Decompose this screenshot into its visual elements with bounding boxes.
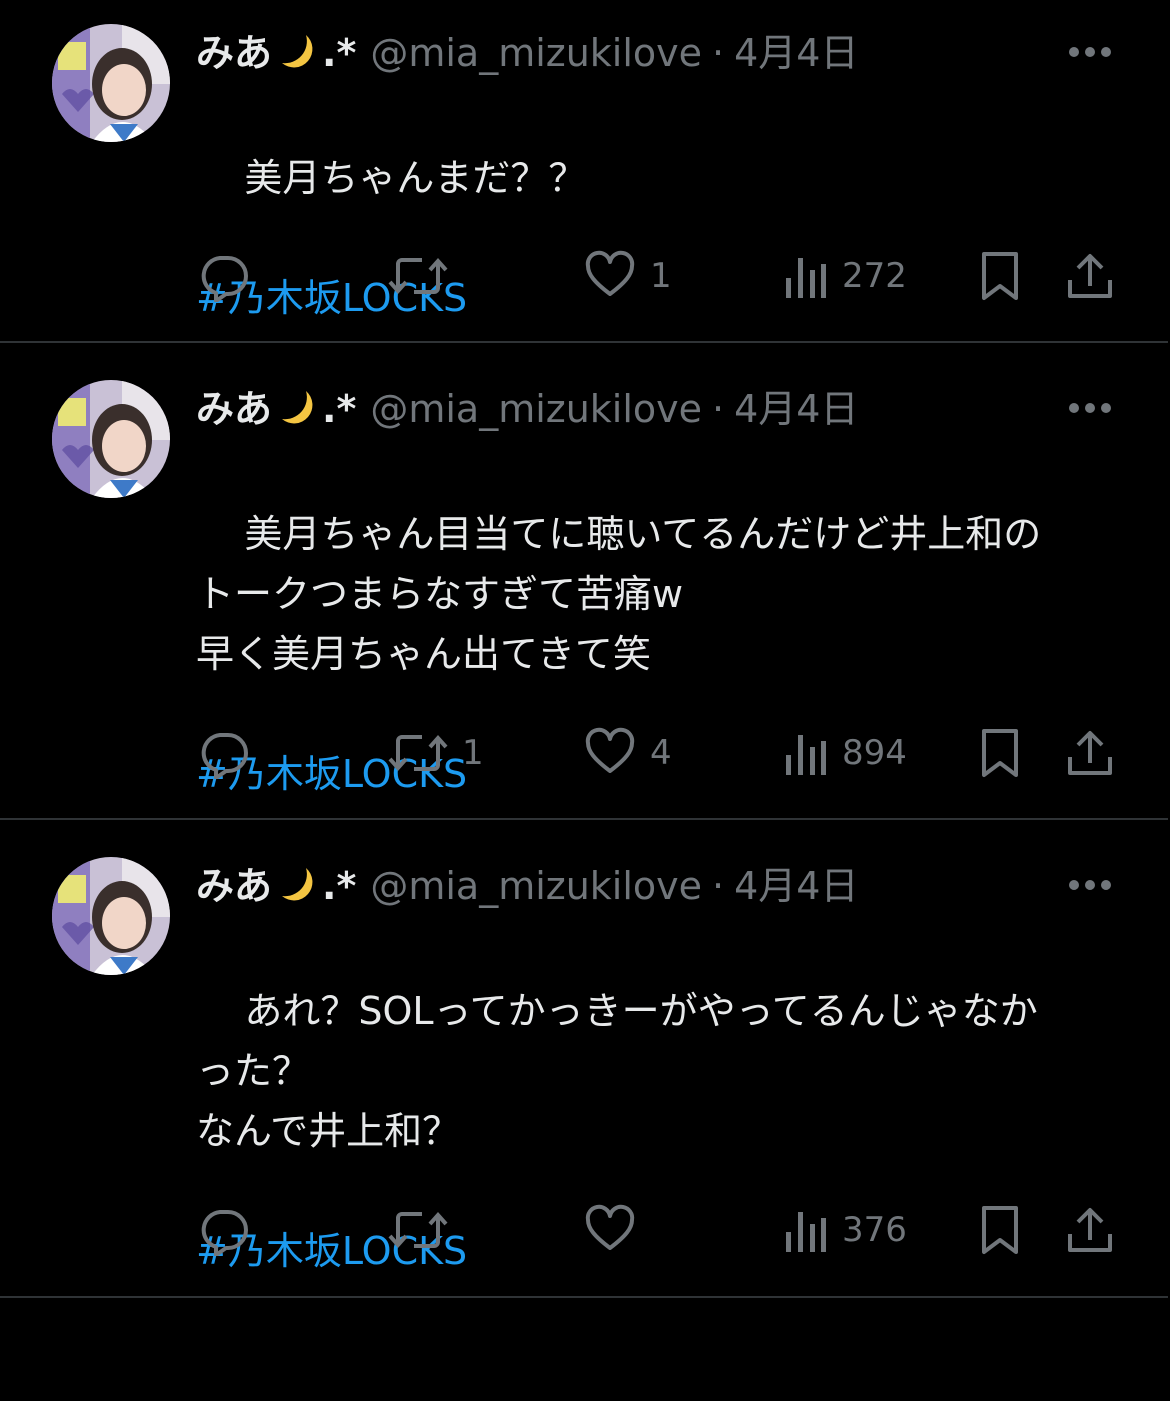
retweet-button[interactable]: 1: [388, 723, 484, 783]
views-button[interactable]: 376: [784, 1200, 907, 1260]
retweet-icon: [388, 734, 448, 772]
heart-icon: [585, 250, 635, 296]
bookmark-icon: [982, 1206, 1018, 1254]
reply-icon: [201, 1210, 248, 1256]
timestamp[interactable]: 4月4日: [734, 384, 858, 434]
handle[interactable]: @mia_mizukilove: [370, 861, 702, 911]
views-icon: [786, 1212, 826, 1252]
like-count: 4: [650, 733, 672, 773]
bookmark-button[interactable]: [978, 1200, 1022, 1260]
bookmark-button[interactable]: [978, 723, 1022, 783]
more-options-icon[interactable]: [1068, 42, 1112, 62]
separator: ·: [712, 864, 725, 908]
retweet-button[interactable]: [388, 246, 462, 306]
action-bar: 1 272: [0, 246, 1170, 306]
separator: ·: [712, 31, 725, 75]
moon-icon: [282, 35, 313, 68]
display-name[interactable]: みあ: [196, 861, 272, 911]
heart-icon: [585, 727, 635, 773]
share-button[interactable]: [1066, 1200, 1114, 1260]
name-suffix: .*: [322, 864, 357, 908]
views-icon: [786, 735, 826, 775]
more-options-icon[interactable]: [1068, 875, 1112, 895]
like-button[interactable]: [584, 1200, 650, 1260]
reply-button[interactable]: [198, 1200, 264, 1260]
handle[interactable]: @mia_mizukilove: [370, 28, 702, 78]
views-icon: [786, 258, 826, 298]
divider: [0, 818, 1168, 820]
retweet-icon: [388, 257, 448, 295]
timestamp[interactable]: 4月4日: [734, 861, 858, 911]
separator: ·: [712, 387, 725, 431]
retweet-icon: [388, 1211, 448, 1249]
avatar[interactable]: [52, 380, 170, 498]
moon-icon: [282, 868, 313, 901]
view-count: 376: [842, 1210, 907, 1250]
reply-button[interactable]: [198, 246, 264, 306]
share-icon: [1068, 254, 1112, 298]
bookmark-icon: [982, 252, 1018, 300]
like-button[interactable]: 4: [584, 723, 672, 783]
tweet-body: あれ？SOLってかっきーがやってるんじゃなか った？ なんで井上和？: [196, 989, 1038, 1153]
moon-icon: [282, 391, 313, 424]
tweet-body: 美月ちゃん目当てに聴いてるんだけど井上和の トークつまらなすぎて苦痛w 早く美月…: [196, 512, 1042, 676]
divider: [0, 1296, 1168, 1298]
timestamp[interactable]: 4月4日: [734, 28, 858, 78]
views-button[interactable]: 894: [784, 723, 907, 783]
more-options-icon[interactable]: [1068, 398, 1112, 418]
reply-button[interactable]: [198, 723, 264, 783]
handle[interactable]: @mia_mizukilove: [370, 384, 702, 434]
like-count: 1: [650, 256, 672, 296]
share-icon: [1068, 731, 1112, 775]
avatar[interactable]: [52, 857, 170, 975]
share-icon: [1068, 1208, 1112, 1252]
bookmark-icon: [982, 729, 1018, 777]
reply-icon: [201, 733, 248, 779]
share-button[interactable]: [1066, 723, 1114, 783]
action-bar: 1 4 894: [0, 723, 1170, 783]
name-suffix: .*: [322, 31, 357, 75]
name-suffix: .*: [322, 387, 357, 431]
share-button[interactable]: [1066, 246, 1114, 306]
like-button[interactable]: 1: [584, 246, 672, 306]
tweet-text: あれ？SOLってかっきーがやってるんじゃなか った？ なんで井上和？ #乃木坂L…: [196, 921, 1126, 1401]
retweet-button[interactable]: [388, 1200, 462, 1260]
reply-icon: [201, 256, 248, 302]
tweet-header: みあ .* @mia_mizukilove · 4月4日: [196, 861, 858, 911]
tweet-header: みあ .* @mia_mizukilove · 4月4日: [196, 384, 858, 434]
views-button[interactable]: 272: [784, 246, 907, 306]
tweet-text: 美月ちゃん目当てに聴いてるんだけど井上和の トークつまらなすぎて苦痛w 早く美月…: [196, 444, 1126, 924]
tweet-body: 美月ちゃんまだ？？: [244, 156, 587, 200]
action-bar: 376: [0, 1200, 1170, 1260]
retweet-count: 1: [462, 733, 484, 773]
heart-icon: [585, 1204, 635, 1250]
view-count: 272: [842, 256, 907, 296]
avatar[interactable]: [52, 24, 170, 142]
display-name[interactable]: みあ: [196, 28, 272, 78]
view-count: 894: [842, 733, 907, 773]
tweet-header: みあ .* @mia_mizukilove · 4月4日: [196, 28, 858, 78]
divider: [0, 341, 1168, 343]
bookmark-button[interactable]: [978, 246, 1022, 306]
display-name[interactable]: みあ: [196, 384, 272, 434]
